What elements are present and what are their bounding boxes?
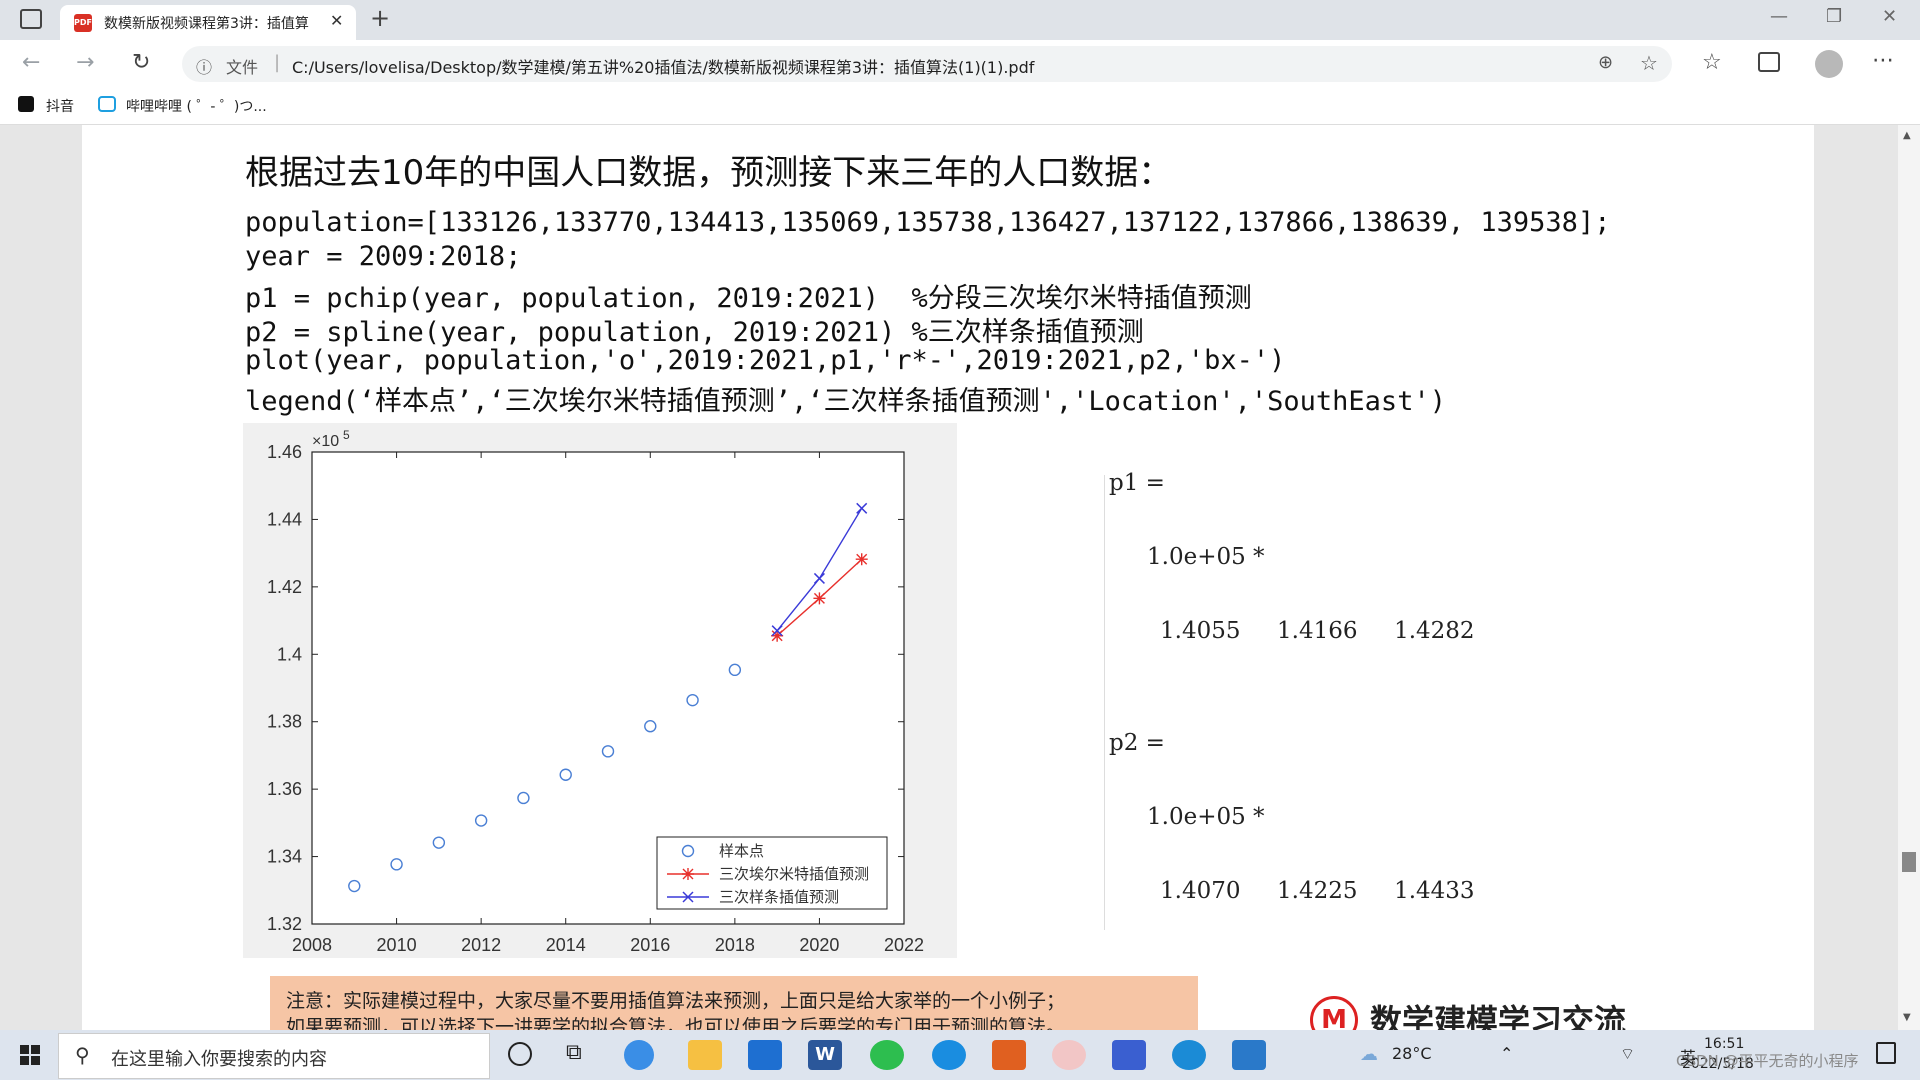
matlab-icon[interactable]	[992, 1040, 1026, 1070]
output-divider	[1104, 475, 1105, 930]
exponent-label: ×10	[312, 433, 339, 450]
bilibili-icon	[98, 96, 116, 112]
code-line: legend(‘样本点’,‘三次埃尔米特插值预测’,‘三次样条插值预测','Lo…	[245, 386, 1446, 417]
weather-temp[interactable]: 28°C	[1392, 1044, 1432, 1063]
y-tick-label: 1.46	[267, 442, 302, 462]
address-separator: |	[274, 52, 281, 73]
code-line: year = 2009:2018;	[245, 241, 522, 272]
app-avatar-icon[interactable]	[1052, 1040, 1086, 1070]
favorite-icon[interactable]: ☆	[1640, 51, 1658, 75]
minimize-icon[interactable]: —	[1770, 6, 1788, 27]
refresh-icon[interactable]: ↻	[132, 50, 150, 75]
y-tick-label: 1.4	[277, 644, 302, 664]
tray-chevron-icon[interactable]: ⌃	[1500, 1044, 1513, 1063]
url-text[interactable]: C:/Users/lovelisa/Desktop/数学建模/第五讲%20插值法…	[292, 54, 1034, 78]
legend-label: 三次样条插值预测	[719, 888, 839, 906]
x-tick-label: 2008	[292, 935, 332, 955]
browser-360-icon[interactable]	[624, 1040, 654, 1070]
favorites-icon[interactable]: ☆	[1702, 50, 1722, 75]
legend-label: 三次埃尔米特插值预测	[719, 865, 869, 883]
p2-label: p2 =	[1109, 730, 1165, 756]
y-tick-label: 1.42	[267, 577, 302, 597]
code-line: population=[133126,133770,134413,135069,…	[245, 207, 1611, 238]
bookmark-douyin[interactable]: 抖音	[46, 96, 74, 116]
douyin-icon	[18, 96, 34, 112]
task-view-icon[interactable]: ⧉	[566, 1040, 582, 1065]
code-line: p2 = spline(year, population, 2019:2021)…	[245, 317, 1144, 348]
y-tick-label: 1.36	[267, 779, 302, 799]
x-tick-label: 2012	[461, 935, 501, 955]
close-tab-icon[interactable]: ✕	[330, 11, 343, 30]
cortana-icon[interactable]	[508, 1042, 532, 1066]
exponent-power: 5	[343, 428, 350, 442]
p1-values: 1.4055 1.4166 1.4282	[1160, 618, 1475, 644]
address-bar[interactable]: ⓘ 文件 | C:/Users/lovelisa/Desktop/数学建模/第五…	[182, 46, 1672, 82]
weather-icon[interactable]: ☁	[1360, 1044, 1378, 1065]
data-point	[855, 553, 868, 566]
feishu-icon[interactable]	[932, 1040, 966, 1070]
windows-start-icon[interactable]	[20, 1045, 40, 1065]
new-tab-button[interactable]: +	[370, 4, 390, 32]
close-window-icon[interactable]: ✕	[1882, 6, 1897, 27]
x-tick-label: 2022	[884, 935, 924, 955]
search-icon: ⚲	[75, 1043, 90, 1067]
matlab-figure: 2008 2010 2012 2014 2016 2018 2020 2022 1.32 1.34…	[243, 423, 957, 958]
settings-menu-icon[interactable]: ⋯	[1872, 48, 1894, 73]
file-explorer-icon[interactable]	[688, 1040, 722, 1070]
x-tick-label: 2014	[546, 935, 586, 955]
mail-icon[interactable]	[748, 1040, 782, 1070]
scroll-down-icon[interactable]: ▼	[1903, 1012, 1911, 1023]
edge-icon[interactable]	[1172, 1040, 1206, 1070]
x-tick-label: 2010	[377, 935, 417, 955]
scroll-up-icon[interactable]: ▲	[1903, 130, 1911, 141]
page-heading: 根据过去10年的中国人口数据，预测接下来三年的人口数据：	[245, 153, 1173, 193]
scrollbar-thumb[interactable]	[1902, 852, 1916, 872]
scrollbar[interactable]	[1898, 125, 1920, 1030]
y-tick-label: 1.34	[267, 847, 302, 867]
search-placeholder: 在这里输入你要搜索的内容	[111, 1049, 327, 1070]
x-tick-label: 2016	[630, 935, 670, 955]
forward-icon[interactable]: →	[76, 50, 94, 75]
csdn-watermark: CSDN @平平无奇的小程序	[1676, 1052, 1859, 1070]
photos-icon[interactable]	[1232, 1040, 1266, 1070]
pdf-icon: PDF	[74, 14, 92, 32]
browser-tab[interactable]: PDF 数模新版视频课程第3讲：插值算 ✕	[60, 5, 356, 40]
tab-actions-icon[interactable]	[20, 9, 42, 29]
p1-scale: 1.0e+05 *	[1147, 544, 1265, 570]
restore-icon[interactable]: ❐	[1826, 6, 1842, 27]
p1-label: p1 =	[1109, 470, 1165, 496]
info-icon[interactable]: ⓘ	[196, 54, 212, 78]
collections-icon[interactable]	[1758, 52, 1780, 72]
app-m-icon[interactable]	[1112, 1040, 1146, 1070]
logo-text: 数学建模学习交流	[1370, 1002, 1627, 1030]
legend-marker	[682, 868, 694, 880]
y-tick-label: 1.38	[267, 712, 302, 732]
x-tick-label: 2018	[715, 935, 755, 955]
notification-icon[interactable]	[1876, 1042, 1896, 1064]
data-point	[813, 592, 826, 605]
logo: M 数学建模学习交流	[1310, 990, 1670, 1030]
back-icon[interactable]: ←	[22, 50, 40, 75]
x-tick-label: 2020	[799, 935, 839, 955]
line-chart: 2008 2010 2012 2014 2016 2018 2020 2022 1.32 1.34…	[267, 428, 924, 955]
taskbar-search[interactable]: ⚲ 在这里输入你要搜索的内容	[58, 1033, 490, 1079]
note-line: 注意：实际建模过程中，大家尽量不要用插值算法来预测，上面只是给大家举的一个小例子…	[286, 990, 1066, 1012]
code-line: plot(year, population,'o',2019:2021,p1,'…	[245, 345, 1286, 376]
wechat-icon[interactable]	[870, 1040, 904, 1070]
p2-scale: 1.0e+05 *	[1147, 804, 1265, 830]
wifi-icon[interactable]: ⌔	[1620, 1044, 1635, 1064]
y-tick-label: 1.32	[267, 914, 302, 934]
p2-values: 1.4070 1.4225 1.4433	[1160, 878, 1475, 904]
word-icon[interactable]: W	[808, 1040, 842, 1070]
profile-avatar[interactable]	[1815, 50, 1843, 78]
tab-title: 数模新版视频课程第3讲：插值算	[104, 16, 309, 32]
bookmark-bilibili[interactable]: 哔哩哔哩 ( ゜- ゜)つ...	[126, 96, 267, 116]
bookmarks-bar	[0, 88, 1920, 125]
y-tick-label: 1.44	[267, 509, 302, 529]
note-box: 注意：实际建模过程中，大家尽量不要用插值算法来预测，上面只是给大家举的一个小例子…	[270, 976, 1198, 1036]
file-label: 文件	[226, 58, 259, 77]
legend-label: 样本点	[719, 842, 764, 860]
zoom-icon[interactable]: ⊕	[1598, 52, 1613, 73]
logo-emblem-icon: M	[1310, 996, 1358, 1030]
